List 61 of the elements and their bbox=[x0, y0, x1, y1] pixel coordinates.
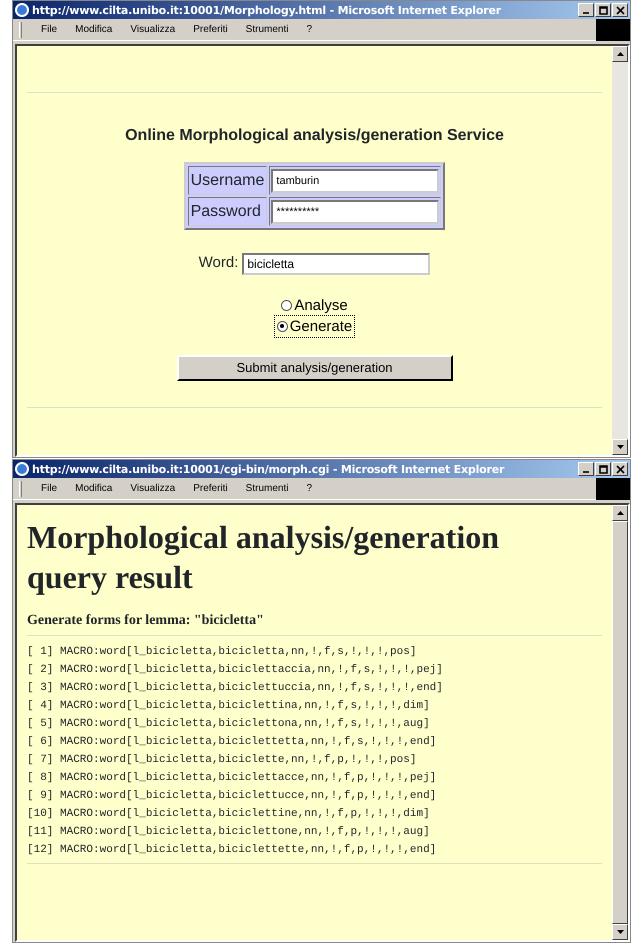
result-subheading: Generate forms for lemma: "bicicletta" bbox=[27, 613, 265, 629]
toolbar-grip[interactable] bbox=[19, 480, 22, 496]
scroll-up-button[interactable] bbox=[612, 46, 628, 62]
result-line: [12] MACRO:word[l_bicicletta,biciclettette,nn,!,f,p,!,!,!,end] bbox=[27, 843, 438, 858]
maximize-icon bbox=[598, 6, 608, 14]
close-icon bbox=[616, 6, 624, 14]
toolbar-grip[interactable] bbox=[19, 22, 22, 38]
menu-item[interactable]: File bbox=[32, 22, 66, 37]
field-label: Username bbox=[188, 166, 268, 196]
radio-option[interactable]: Analyse bbox=[279, 294, 350, 316]
result-line: [ 4] MACRO:word[l_bicicletta,biciclettina,nn,!,f,s,!,!,!,dim] bbox=[27, 699, 431, 714]
menu-item[interactable]: Strumenti bbox=[236, 481, 298, 496]
minimize-button[interactable] bbox=[578, 462, 594, 476]
menu-item[interactable]: Visualizza bbox=[121, 481, 184, 496]
submit-button[interactable]: Submit analysis/generation bbox=[176, 354, 452, 381]
menu-item[interactable]: ? bbox=[297, 22, 322, 37]
scroll-down-button[interactable] bbox=[612, 924, 628, 940]
close-icon bbox=[616, 464, 624, 474]
scroll-down-button[interactable] bbox=[612, 439, 628, 455]
word-label: Word: bbox=[198, 253, 238, 274]
window-title: http://www.cilta.unibo.it:10001/Morphology.html - Microsoft Internet Explorer bbox=[32, 4, 501, 16]
menu-item[interactable]: Visualizza bbox=[121, 22, 184, 37]
up-arrow-icon bbox=[616, 52, 624, 56]
menu-item[interactable]: ? bbox=[297, 481, 322, 496]
menu-item[interactable]: Strumenti bbox=[236, 22, 298, 37]
close-button[interactable] bbox=[612, 462, 628, 476]
field-label: Password bbox=[188, 197, 268, 226]
down-arrow-icon bbox=[616, 930, 624, 934]
result-line: [ 9] MACRO:word[l_bicicletta,biciclettucce,nn,!,f,p,!,!,!,end] bbox=[27, 789, 438, 804]
result-line: [ 6] MACRO:word[l_bicicletta,biciclettetta,nn,!,f,s,!,!,!,end] bbox=[27, 735, 438, 750]
password-field[interactable]: ********** bbox=[271, 200, 440, 224]
word-field[interactable]: bicicletta bbox=[242, 252, 430, 274]
result-line: [ 7] MACRO:word[l_bicicletta,biciclette,nn,!,f,p,!,!,!,pos] bbox=[27, 753, 418, 768]
up-arrow-icon bbox=[616, 511, 624, 515]
username-field[interactable]: tamburin bbox=[271, 169, 440, 194]
window-title: http://www.cilta.unibo.it:10001/cgi-bin/morph.cgi - Microsoft Internet Explorer bbox=[32, 462, 504, 476]
scrollbar[interactable] bbox=[612, 46, 628, 455]
form-heading: Online Morphological analysis/generation Service bbox=[124, 126, 505, 146]
close-button[interactable] bbox=[612, 3, 628, 17]
result-line: [ 8] MACRO:word[l_bicicletta,biciclettacce,nn,!,f,p,!,!,!,pej] bbox=[27, 771, 438, 786]
result-line: [ 2] MACRO:word[l_bicicletta,biciclettaccia,nn,!,f,s,!,!,!,pej] bbox=[27, 663, 444, 678]
minimize-button[interactable] bbox=[578, 3, 594, 17]
maximize-button[interactable] bbox=[595, 3, 611, 17]
maximize-button[interactable] bbox=[595, 462, 611, 476]
menu-item[interactable]: Preferiti bbox=[184, 481, 237, 496]
minimize-icon bbox=[583, 471, 589, 473]
scroll-up-button[interactable] bbox=[612, 505, 628, 521]
page-heading: Morphological analysis/generation query result bbox=[27, 518, 500, 597]
radio-option[interactable]: Generate bbox=[274, 316, 354, 337]
menu-item[interactable]: Modifica bbox=[66, 481, 122, 496]
menu-item[interactable]: Modifica bbox=[66, 22, 122, 37]
result-line: [ 3] MACRO:word[l_bicicletta,biciclettuccia,nn,!,f,s,!,!,!,end] bbox=[27, 681, 444, 696]
result-line: [ 1] MACRO:word[l_bicicletta,bicicletta,nn,!,f,s,!,!,!,pos] bbox=[27, 645, 418, 660]
result-line: [ 5] MACRO:word[l_bicicletta,biciclettona,nn,!,f,s,!,!,!,aug] bbox=[27, 717, 431, 732]
menu-item[interactable]: File bbox=[32, 481, 66, 496]
down-arrow-icon bbox=[616, 445, 624, 449]
result-line: [10] MACRO:word[l_bicicletta,biciclettine,nn,!,f,p,!,!,!,dim] bbox=[27, 807, 431, 822]
menu-item[interactable]: Preferiti bbox=[184, 22, 237, 37]
maximize-icon bbox=[598, 464, 608, 474]
minimize-icon bbox=[583, 12, 589, 14]
result-line: [11] MACRO:word[l_bicicletta,biciclettone,nn,!,f,p,!,!,!,aug] bbox=[27, 825, 431, 840]
